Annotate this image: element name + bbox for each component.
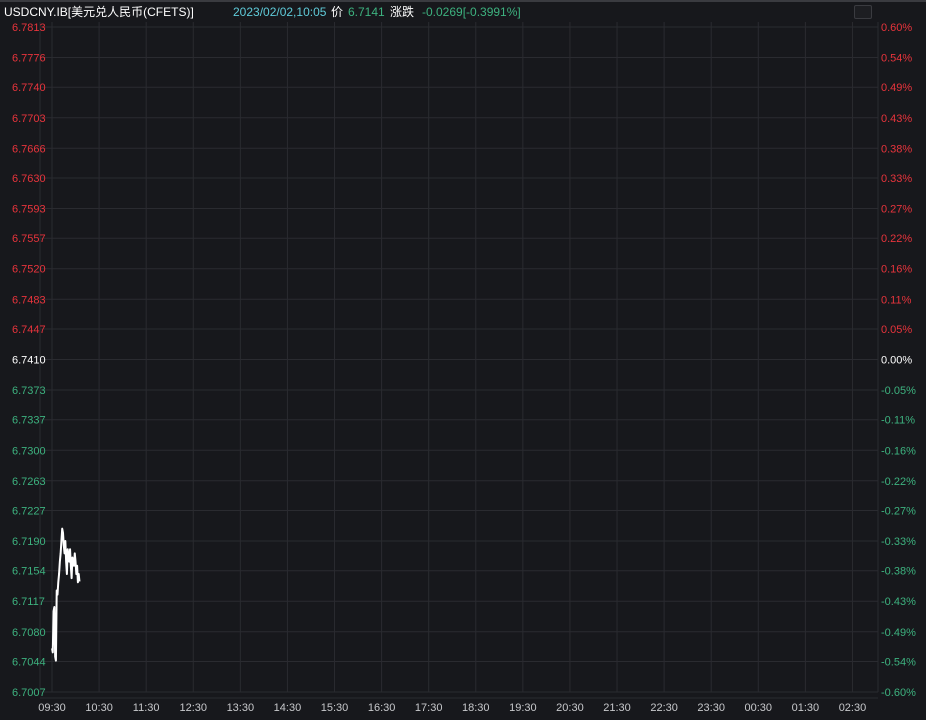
price-tick-label: 6.7520	[12, 264, 46, 276]
percent-tick-label: -0.49%	[881, 627, 916, 639]
percent-tick-label: 0.22%	[881, 233, 912, 245]
percent-tick-label: -0.33%	[881, 536, 916, 548]
time-tick-label: 09:30	[38, 702, 66, 714]
price-tick-label: 6.7813	[12, 22, 46, 34]
time-tick-label: 18:30	[462, 702, 490, 714]
time-tick-label: 21:30	[603, 702, 631, 714]
time-tick-label: 00:30	[745, 702, 773, 714]
price-tick-label: 6.7300	[12, 445, 46, 457]
percent-tick-label: -0.27%	[881, 505, 916, 517]
price-axis: 6.7813 6.7776 6.7740 6.7703 6.7666 6.7630 6.75…	[12, 22, 46, 699]
price-tick-label: 6.7447	[12, 324, 46, 336]
price-tick-label: 6.7044	[12, 656, 46, 668]
price-tick-label: 6.7483	[12, 294, 46, 306]
price-tick-label: 6.7007	[12, 687, 46, 699]
percent-tick-label: -0.22%	[881, 476, 916, 488]
time-tick-label: 15:30	[321, 702, 349, 714]
percent-tick-label: 0.11%	[881, 294, 912, 306]
time-tick-label: 23:30	[697, 702, 725, 714]
price-tick-label: 6.7666	[12, 143, 46, 155]
time-tick-label: 12:30	[179, 702, 207, 714]
price-tick-label: 6.7557	[12, 233, 46, 245]
price-tick-label: 6.7740	[12, 82, 46, 94]
time-tick-label: 01:30	[792, 702, 820, 714]
percent-tick-label: 0.05%	[881, 324, 912, 336]
price-tick-label: 6.7117	[12, 596, 45, 608]
percent-tick-label: 0.27%	[881, 204, 912, 216]
percent-tick-label: 0.00%	[881, 355, 912, 367]
time-tick-label: 16:30	[368, 702, 396, 714]
price-tick-label: 6.7410	[12, 355, 46, 367]
time-tick-label: 20:30	[556, 702, 584, 714]
percent-tick-label: -0.11%	[881, 415, 915, 427]
time-tick-label: 11:30	[133, 702, 160, 714]
price-tick-label: 6.7703	[12, 113, 46, 125]
percent-tick-label: 0.54%	[881, 53, 912, 65]
price-tick-label: 6.7593	[12, 204, 46, 216]
intraday-chart: 6.7813 6.7776 6.7740 6.7703 6.7666 6.7630 6.75…	[12, 22, 916, 714]
percent-tick-label: -0.60%	[881, 687, 916, 699]
grid-lines	[39, 22, 879, 699]
percent-tick-label: 0.43%	[881, 113, 912, 125]
percent-tick-label: 0.60%	[881, 22, 912, 34]
price-tick-label: 6.7337	[12, 415, 46, 427]
price-series-line	[51, 527, 81, 662]
percent-tick-label: -0.05%	[881, 385, 916, 397]
time-tick-label: 22:30	[650, 702, 678, 714]
percent-axis: 0.60% 0.54% 0.49% 0.43% 0.38% 0.33% 0.27% 0.22%…	[881, 22, 916, 699]
time-tick-label: 14:30	[274, 702, 302, 714]
percent-tick-label: 0.16%	[881, 264, 912, 276]
price-tick-label: 6.7373	[12, 385, 46, 397]
time-tick-label: 10:30	[85, 702, 113, 714]
time-tick-label: 19:30	[509, 702, 537, 714]
percent-tick-label: 0.33%	[881, 173, 912, 185]
percent-tick-label: -0.38%	[881, 566, 916, 578]
price-tick-label: 6.7776	[12, 53, 46, 65]
price-tick-label: 6.7263	[12, 476, 46, 488]
price-tick-label: 6.7080	[12, 627, 46, 639]
price-tick-label: 6.7154	[12, 566, 46, 578]
percent-tick-label: 0.38%	[881, 143, 912, 155]
time-tick-label: 17:30	[415, 702, 443, 714]
price-tick-label: 6.7190	[12, 536, 46, 548]
percent-tick-label: -0.43%	[881, 596, 916, 608]
percent-tick-label: -0.16%	[881, 445, 916, 457]
time-tick-label: 02:30	[839, 702, 867, 714]
percent-tick-label: -0.54%	[881, 656, 916, 668]
price-tick-label: 6.7227	[12, 505, 46, 517]
time-axis: 09:30 10:30 11:30 12:30 13:30 14:30 15:30 16:30…	[38, 702, 866, 714]
price-tick-label: 6.7630	[12, 173, 46, 185]
time-tick-label: 13:30	[227, 702, 255, 714]
percent-tick-label: 0.49%	[881, 82, 912, 94]
